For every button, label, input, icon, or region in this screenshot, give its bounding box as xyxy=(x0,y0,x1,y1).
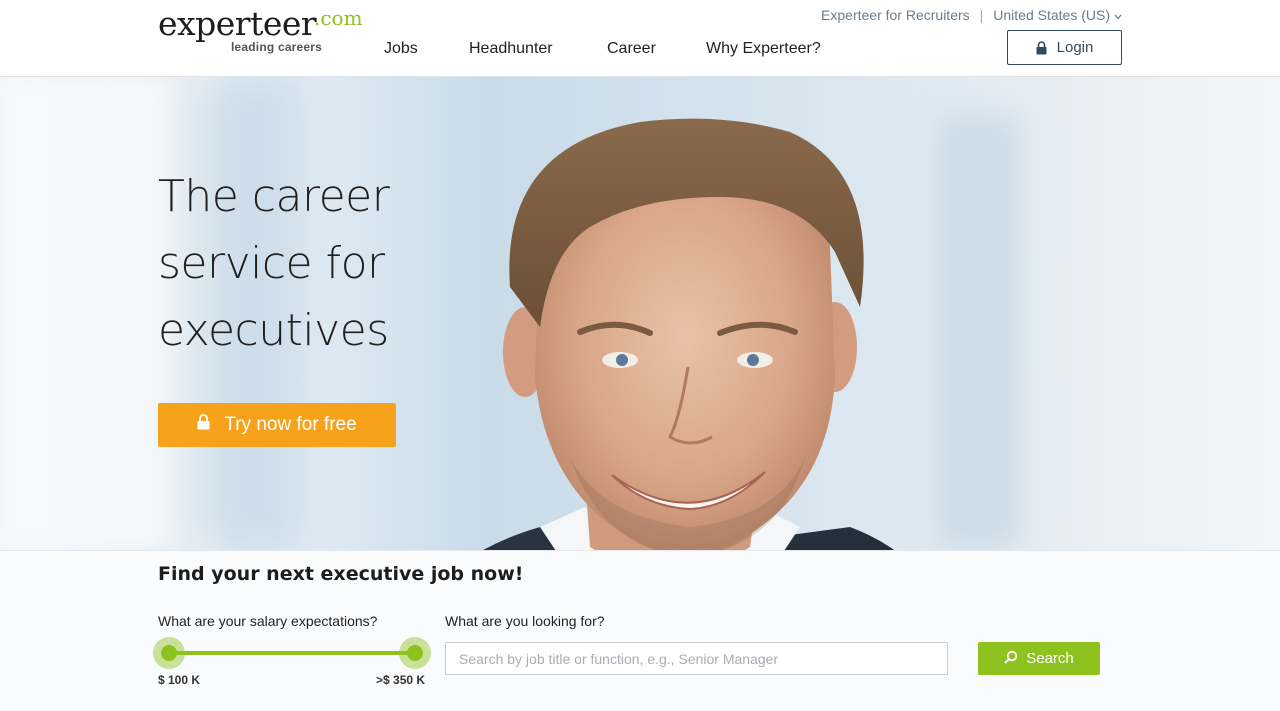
nav-headhunter[interactable]: Headhunter xyxy=(469,40,553,58)
search-title: Find your next executive job now! xyxy=(158,563,524,585)
salary-range-slider[interactable] xyxy=(153,637,431,669)
query-label: What are you looking for? xyxy=(445,613,605,629)
region-label: United States (US) xyxy=(993,7,1110,23)
site-header: experteer .com leading careers Jobs Head… xyxy=(0,0,1280,77)
slider-track xyxy=(169,651,415,655)
headline-line: service for xyxy=(158,238,385,289)
region-selector[interactable]: United States (US) xyxy=(993,7,1122,23)
search-button[interactable]: Search xyxy=(978,642,1100,675)
lock-icon xyxy=(1036,40,1048,55)
utility-separator: | xyxy=(979,7,984,23)
experteer-logo[interactable]: experteer .com leading careers xyxy=(158,4,378,60)
search-icon xyxy=(1004,650,1018,668)
logo-wordmark: experteer xyxy=(158,4,317,43)
chevron-down-icon xyxy=(1114,12,1122,22)
recruiters-link[interactable]: Experteer for Recruiters xyxy=(821,7,970,23)
login-button[interactable]: Login xyxy=(1007,30,1122,65)
salary-max-value: >$ 350 K xyxy=(376,673,426,687)
utility-bar: Experteer for Recruiters | United States… xyxy=(821,7,1122,23)
slider-max-handle[interactable] xyxy=(399,637,431,669)
slider-min-handle[interactable] xyxy=(153,637,185,669)
try-now-button[interactable]: Try now for free xyxy=(158,403,396,447)
nav-jobs[interactable]: Jobs xyxy=(384,40,418,58)
hero-headline: The career service for executives xyxy=(158,163,478,364)
hero-banner: The career service for executives Try no… xyxy=(0,77,1280,550)
logo-domain-suffix: .com xyxy=(314,6,363,30)
lock-icon xyxy=(197,414,210,436)
search-button-label: Search xyxy=(1026,650,1074,667)
nav-career[interactable]: Career xyxy=(607,40,656,58)
headline-line: The career xyxy=(158,171,390,222)
job-search-panel: Find your next executive job now! What a… xyxy=(0,550,1280,711)
headline-line: executives xyxy=(158,305,389,356)
nav-why-experteer[interactable]: Why Experteer? xyxy=(706,40,821,58)
job-search-input[interactable] xyxy=(445,642,948,675)
logo-tagline: leading careers xyxy=(231,40,323,54)
salary-min-value: $ 100 K xyxy=(158,673,201,687)
salary-label: What are your salary expectations? xyxy=(158,613,378,629)
try-now-label: Try now for free xyxy=(224,414,357,435)
login-label: Login xyxy=(1056,39,1094,56)
